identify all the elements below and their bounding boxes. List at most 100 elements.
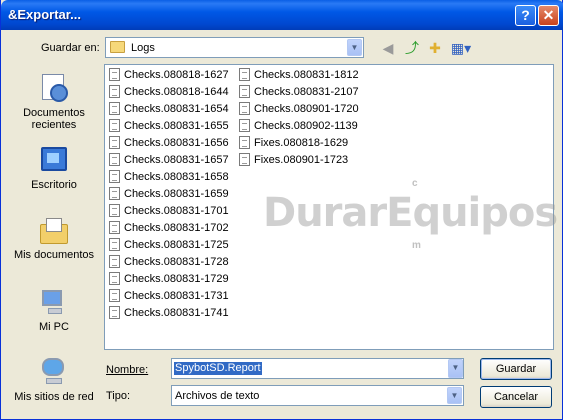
back-arrow-icon[interactable]: ◀ [378, 38, 398, 58]
file-item[interactable]: Checks.080831-1731 [109, 288, 229, 305]
watermark-mark-bottom: m [412, 240, 421, 251]
text-file-icon [109, 187, 120, 200]
file-name: Checks.080901-1720 [254, 103, 359, 115]
file-name: Checks.080831-1741 [124, 307, 229, 319]
text-file-icon [109, 102, 120, 115]
file-item[interactable]: Checks.080901-1720 [239, 101, 359, 118]
up-folder-icon[interactable]: ⤴ [402, 38, 422, 58]
chevron-down-icon[interactable]: ▼ [447, 387, 462, 404]
place-my-documents[interactable]: Mis documentos [8, 214, 100, 261]
save-in-label: Guardar en: [41, 42, 100, 54]
filetype-combo[interactable]: Archivos de texto ▼ [171, 385, 464, 406]
text-file-icon [109, 136, 120, 149]
place-label: Mis documentos [13, 249, 95, 261]
text-file-icon [109, 68, 120, 81]
text-file-icon [239, 136, 250, 149]
text-file-icon [109, 221, 120, 234]
text-file-icon [109, 153, 120, 166]
file-name: Checks.080818-1627 [124, 69, 229, 81]
my-documents-icon [38, 214, 70, 246]
file-name: Checks.080831-1657 [124, 154, 229, 166]
file-name: Checks.080831-1728 [124, 256, 229, 268]
window-title: &Exportar... [8, 7, 81, 22]
help-button[interactable]: ? [515, 5, 536, 26]
folder-icon [110, 41, 125, 53]
filename-label: Nombre: [106, 364, 149, 376]
filename-input[interactable]: SpybotSD.Report [174, 362, 262, 375]
watermark-mark-top: c [412, 178, 418, 189]
file-item[interactable]: Checks.080831-1655 [109, 118, 229, 135]
text-file-icon [239, 102, 250, 115]
file-item[interactable]: Fixes.080818-1629 [239, 135, 348, 152]
chevron-down-icon[interactable]: ▼ [347, 39, 362, 56]
text-file-icon [239, 153, 250, 166]
file-item[interactable]: Checks.080831-1659 [109, 186, 229, 203]
my-computer-icon [38, 286, 70, 318]
file-name: Checks.080831-1729 [124, 273, 229, 285]
file-name: Checks.080831-1654 [124, 103, 229, 115]
chevron-down-icon[interactable]: ▼ [448, 359, 463, 378]
recent-documents-icon [38, 72, 70, 104]
file-name: Fixes.080901-1723 [254, 154, 349, 166]
new-folder-icon[interactable]: ✚ [425, 38, 445, 58]
place-label: Mis sitios de red [14, 391, 94, 403]
text-file-icon [109, 255, 120, 268]
file-item[interactable]: Checks.080831-1656 [109, 135, 229, 152]
place-recent-documents[interactable]: Documentos recientes [8, 72, 100, 131]
views-menu-icon[interactable]: ▦▾ [449, 38, 473, 58]
close-button[interactable]: ✕ [538, 5, 559, 26]
file-item[interactable]: Checks.080831-1654 [109, 101, 229, 118]
file-name: Checks.080831-2107 [254, 86, 359, 98]
file-item[interactable]: Checks.080831-1729 [109, 271, 229, 288]
file-name: Checks.080831-1731 [124, 290, 229, 302]
save-button[interactable]: Guardar [480, 358, 552, 380]
text-file-icon [239, 119, 250, 132]
file-name: Checks.080831-1656 [124, 137, 229, 149]
text-file-icon [239, 85, 250, 98]
file-item[interactable]: Checks.080831-1741 [109, 305, 229, 322]
filetype-label: Tipo: [106, 390, 131, 402]
file-name: Checks.080831-1655 [124, 120, 229, 132]
text-file-icon [109, 204, 120, 217]
text-file-icon [109, 119, 120, 132]
filetype-value: Archivos de texto [175, 390, 260, 402]
file-item[interactable]: Checks.080831-1728 [109, 254, 229, 271]
file-name: Checks.080831-1659 [124, 188, 229, 200]
text-file-icon [109, 289, 120, 302]
cancel-button[interactable]: Cancelar [480, 386, 552, 408]
text-file-icon [109, 85, 120, 98]
file-name: Checks.080818-1644 [124, 86, 229, 98]
file-item[interactable]: Checks.080831-1658 [109, 169, 229, 186]
text-file-icon [109, 272, 120, 285]
file-item[interactable]: Checks.080902-1139 [239, 118, 358, 135]
file-item[interactable]: Checks.080831-1702 [109, 220, 229, 237]
place-label: Documentos recientes [23, 107, 85, 131]
file-item[interactable]: Checks.080818-1627 [109, 67, 229, 84]
file-name: Checks.080831-1702 [124, 222, 229, 234]
text-file-icon [109, 170, 120, 183]
place-desktop[interactable]: Escritorio [8, 144, 100, 191]
place-my-computer[interactable]: Mi PC [8, 286, 100, 333]
file-item[interactable]: Fixes.080901-1723 [239, 152, 348, 169]
file-list[interactable]: Checks.080818-1627 Checks.080818-1644 Chec… [104, 64, 554, 350]
file-name: Checks.080902-1139 [254, 120, 358, 132]
filename-combo[interactable]: SpybotSD.Report ▼ [171, 358, 464, 379]
file-item[interactable]: Checks.080831-2107 [239, 84, 359, 101]
file-name: Checks.080831-1725 [124, 239, 229, 251]
file-item[interactable]: Checks.080831-1812 [239, 67, 359, 84]
file-name: Fixes.080818-1629 [254, 137, 349, 149]
file-item[interactable]: Checks.080831-1701 [109, 203, 229, 220]
place-network[interactable]: Mis sitios de red [8, 356, 100, 403]
save-in-combo[interactable]: Logs ▼ [105, 37, 364, 58]
text-file-icon [109, 238, 120, 251]
export-dialog: &Exportar... ? ✕ Guardar en: Logs ▼ ◀ ⤴ … [0, 0, 563, 420]
place-label: Mi PC [39, 321, 69, 333]
file-item[interactable]: Checks.080831-1725 [109, 237, 229, 254]
file-item[interactable]: Checks.080818-1644 [109, 84, 229, 101]
save-in-value: Logs [131, 42, 155, 54]
text-file-icon [109, 306, 120, 319]
file-item[interactable]: Checks.080831-1657 [109, 152, 229, 169]
network-places-icon [38, 356, 70, 388]
file-name: Checks.080831-1701 [124, 205, 229, 217]
file-name: Checks.080831-1812 [254, 69, 359, 81]
